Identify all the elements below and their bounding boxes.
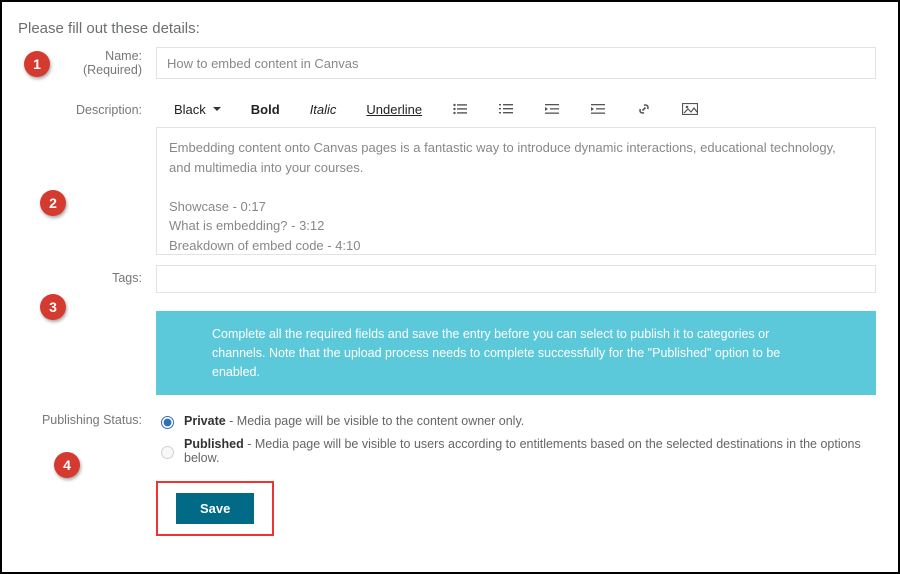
underline-button[interactable]: Underline: [366, 102, 422, 117]
row-tags: Tags:: [14, 265, 876, 293]
name-label: Name:: [105, 49, 142, 63]
bullet-list-icon[interactable]: [452, 101, 468, 117]
tags-input[interactable]: [156, 265, 876, 293]
page-heading: Please fill out these details:: [18, 20, 876, 37]
bold-button[interactable]: Bold: [251, 102, 280, 117]
image-icon[interactable]: [682, 101, 698, 117]
callout-4: 4: [54, 452, 80, 478]
outdent-icon[interactable]: [544, 101, 560, 117]
save-button[interactable]: Save: [176, 493, 254, 524]
description-label: Description:: [76, 103, 142, 117]
tags-label: Tags:: [112, 271, 142, 285]
callout-2: 2: [40, 190, 66, 216]
numbered-list-icon[interactable]: [498, 101, 514, 117]
published-option-text: Published - Media page will be visible t…: [184, 437, 876, 465]
private-radio[interactable]: [161, 416, 174, 429]
editor-toolbar: Black Bold Italic Underline: [156, 97, 876, 127]
publishing-label: Publishing Status:: [42, 413, 142, 427]
description-editor[interactable]: Embedding content onto Canvas pages is a…: [156, 127, 876, 255]
name-required: (Required): [14, 63, 142, 77]
indent-icon[interactable]: [590, 101, 606, 117]
row-name: Name: (Required): [14, 47, 876, 79]
row-description: Description: Black Bold Italic Underline: [14, 97, 876, 255]
row-publishing: Publishing Status: Private - Media page …: [14, 413, 876, 473]
private-option-text: Private - Media page will be visible to …: [184, 414, 524, 428]
link-icon[interactable]: [636, 101, 652, 117]
color-picker[interactable]: Black: [174, 102, 221, 117]
row-notice: Complete all the required fields and sav…: [14, 311, 876, 395]
italic-button[interactable]: Italic: [310, 102, 337, 117]
name-input[interactable]: [156, 47, 876, 79]
publish-notice: Complete all the required fields and sav…: [156, 311, 876, 395]
published-radio[interactable]: [161, 446, 174, 459]
save-highlight-box: Save: [156, 481, 274, 536]
